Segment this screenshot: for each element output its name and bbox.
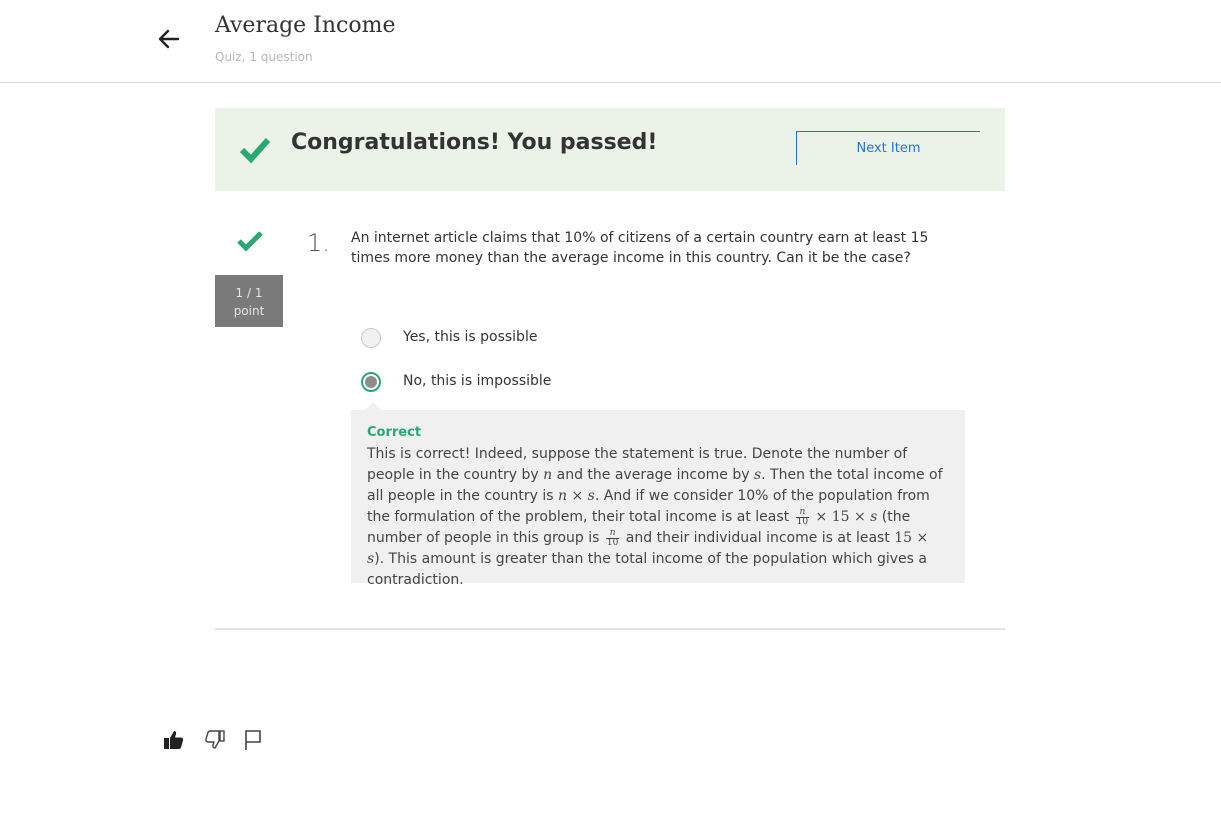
- option-label: Yes, this is possible: [403, 329, 538, 345]
- flag-icon[interactable]: [241, 728, 265, 752]
- feedback-text: This is correct! Indeed, suppose the sta…: [367, 446, 943, 588]
- thumbs-up-icon[interactable]: [162, 728, 186, 752]
- page-subtitle: Quiz, 1 question: [215, 50, 313, 64]
- checkmark-icon: [236, 229, 264, 253]
- section-divider: [215, 628, 1005, 630]
- option-label: No, this is impossible: [403, 373, 552, 389]
- score-value: 1 / 1: [235, 286, 263, 300]
- question-number: 1.: [307, 229, 330, 257]
- feedback-panel: Correct This is correct! Indeed, suppose…: [351, 402, 965, 588]
- thumbs-down-icon[interactable]: [203, 728, 227, 752]
- score-badge: 1 / 1 point: [215, 275, 283, 327]
- pass-message: Congratulations! You passed!: [291, 130, 658, 155]
- feedback-title: Correct: [367, 425, 422, 440]
- score-unit: point: [233, 304, 265, 318]
- arrow-left-icon: [158, 29, 180, 49]
- page-title: Average Income: [215, 13, 396, 38]
- checkmark-icon: [239, 135, 271, 164]
- pass-banner: Congratulations! You passed! Next Item: [215, 108, 1005, 191]
- next-item-button[interactable]: Next Item: [796, 131, 980, 165]
- radio-button-selected[interactable]: [361, 372, 381, 392]
- radio-button[interactable]: [361, 328, 381, 348]
- page-header: Average Income Quiz, 1 question: [0, 0, 1221, 83]
- back-button[interactable]: [155, 24, 185, 54]
- question-text: An internet article claims that 10% of c…: [351, 230, 929, 266]
